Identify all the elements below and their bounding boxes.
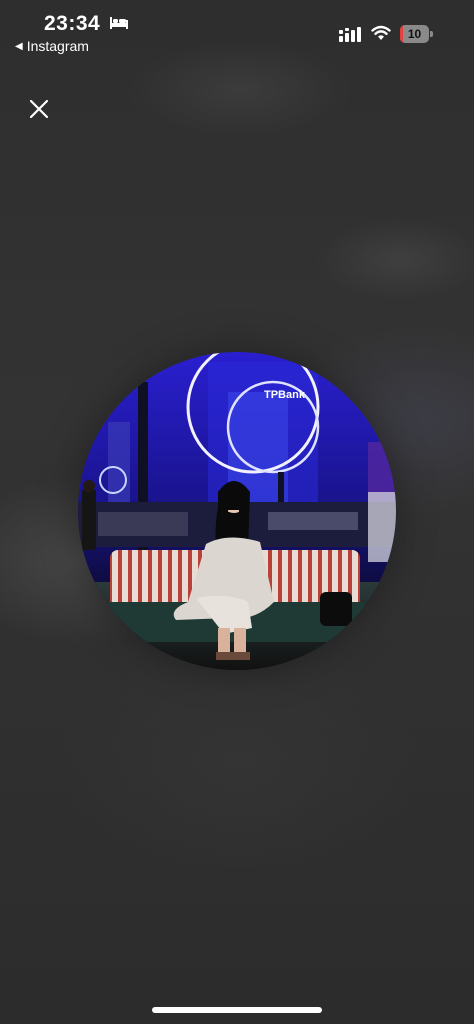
bed-icon: [110, 17, 128, 29]
battery-body: 10: [400, 25, 429, 43]
back-app-label: Instagram: [26, 38, 89, 54]
profile-photo: TPBank: [78, 352, 396, 670]
profile-photo-viewer: 23:34 ◀ Instagram 10 TPBank: [0, 0, 474, 1024]
wifi-icon: [371, 25, 391, 40]
battery-cap: [430, 31, 433, 37]
back-caret-icon: ◀: [15, 40, 23, 52]
status-bar: 23:34 ◀ Instagram 10: [0, 0, 474, 60]
back-to-instagram-link[interactable]: ◀ Instagram: [15, 38, 89, 54]
photo-sign-text: TPBank: [264, 389, 306, 401]
profile-photo-image: TPBank: [78, 352, 396, 670]
signal-icon: [339, 27, 361, 42]
battery-level: 10: [407, 27, 422, 41]
status-time: 23:34: [44, 12, 101, 35]
close-icon[interactable]: [22, 92, 56, 126]
home-indicator[interactable]: [152, 1007, 322, 1013]
battery-icon: 10: [400, 25, 434, 43]
